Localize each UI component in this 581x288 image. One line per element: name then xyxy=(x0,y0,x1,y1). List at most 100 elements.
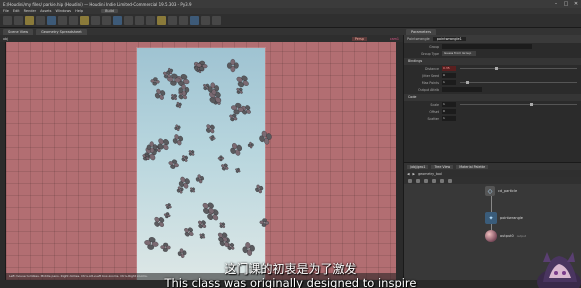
group-type-dropdown[interactable]: Guess from Group xyxy=(442,51,476,56)
tool-icon[interactable] xyxy=(408,178,412,183)
network-node-wrangle[interactable]: ✦ pointwrangle xyxy=(485,212,523,224)
shelf-tool-icon[interactable] xyxy=(80,16,89,25)
shelf-tool-icon[interactable] xyxy=(168,16,177,25)
maxpoints-field[interactable]: 1 xyxy=(442,80,456,85)
flower-shape xyxy=(150,77,160,86)
shelf-tool-icon[interactable] xyxy=(3,16,12,25)
tool-icon[interactable] xyxy=(448,178,452,183)
distance-field[interactable]: 0.35 xyxy=(442,66,456,71)
scatter-field[interactable]: 1 xyxy=(442,116,456,121)
flower-shape xyxy=(184,227,194,237)
camera-indicator[interactable]: cam1 xyxy=(390,37,399,41)
shelf-tool-icon[interactable] xyxy=(47,16,56,25)
tab-scene-view[interactable]: Scene View xyxy=(3,28,34,35)
param-row-group: Group xyxy=(404,43,581,50)
maxpoints-slider[interactable] xyxy=(460,81,577,84)
wrangle-node-icon: ✦ xyxy=(485,212,497,224)
flower-shape xyxy=(242,242,255,256)
distance-slider[interactable] xyxy=(460,67,577,70)
tool-icon[interactable] xyxy=(440,178,444,183)
slider-knob[interactable] xyxy=(495,67,499,70)
menu-windows[interactable]: Windows xyxy=(56,9,72,13)
menu-file[interactable]: File xyxy=(3,9,9,13)
shelf-tool-icon[interactable] xyxy=(135,16,144,25)
menu-render[interactable]: Render xyxy=(24,9,36,13)
shelf-tool-icon[interactable] xyxy=(124,16,133,25)
network-node-output[interactable]: output0 output xyxy=(485,230,526,242)
camera-menu[interactable]: Persp xyxy=(351,36,367,41)
tool-icon[interactable] xyxy=(424,178,428,183)
seed-field[interactable]: 0 xyxy=(442,73,456,78)
minimize-button[interactable]: – xyxy=(551,1,561,7)
shelf-tool-icon[interactable] xyxy=(102,16,111,25)
flower-shape xyxy=(259,218,270,227)
param-row-offset: Offset 0 xyxy=(404,108,581,115)
window-title: E:/Houdini/my files/ parkie.hip (Houdini… xyxy=(3,1,192,7)
shelf-tool-icon[interactable] xyxy=(201,16,210,25)
shelf-tool-icon[interactable] xyxy=(91,16,100,25)
shelf-tool-icon[interactable] xyxy=(157,16,166,25)
viewport-right-toolbar[interactable] xyxy=(396,42,403,280)
network-node-particle[interactable]: ◇ cd_particle xyxy=(485,186,517,196)
scale-slider[interactable] xyxy=(460,103,577,106)
forward-icon[interactable]: ▶ xyxy=(413,172,416,176)
tab-material-palette[interactable]: Material Palette xyxy=(456,164,489,169)
param-label: Output Attrib xyxy=(418,87,439,92)
flower-shape xyxy=(199,233,206,239)
flower-shape xyxy=(231,102,244,115)
tab-tree-view[interactable]: Tree View xyxy=(431,164,454,169)
menu-edit[interactable]: Edit xyxy=(13,9,20,13)
flower-shape xyxy=(177,248,187,258)
subtitle-chinese: 这门课的初衷是为了激发 xyxy=(224,262,357,276)
tool-icon[interactable] xyxy=(416,178,420,183)
offset-field[interactable]: 0 xyxy=(442,109,456,114)
flower-shape xyxy=(217,155,225,162)
menu-help[interactable]: Help xyxy=(75,9,83,13)
viewport-path[interactable]: obj xyxy=(3,37,8,41)
shelf-tool-icon[interactable] xyxy=(190,16,199,25)
flower-shape xyxy=(195,174,204,184)
back-icon[interactable]: ◀ xyxy=(407,172,410,176)
node-name-field[interactable]: pointwrangle1 xyxy=(432,37,466,41)
flower-shape xyxy=(236,75,249,88)
shelf-tool-icon[interactable] xyxy=(58,16,67,25)
shelf-tool-icon[interactable] xyxy=(146,16,155,25)
tab-parameters[interactable]: Parameters xyxy=(406,28,437,35)
section-code[interactable]: Code xyxy=(404,94,581,101)
tab-network[interactable]: /obj/geo1 xyxy=(407,164,429,169)
shelf-tool-icon[interactable] xyxy=(36,16,45,25)
flower-shape xyxy=(154,216,165,227)
slider-knob[interactable] xyxy=(465,81,469,84)
maximize-button[interactable]: □ xyxy=(561,1,571,7)
section-bindings[interactable]: Bindings xyxy=(404,58,581,65)
tool-icon[interactable] xyxy=(432,178,436,183)
shelf-tool-icon[interactable] xyxy=(14,16,23,25)
shelf-tool-icon[interactable] xyxy=(212,16,221,25)
output-attrib-field[interactable] xyxy=(442,87,482,92)
desktop-selector[interactable]: Build xyxy=(101,9,118,13)
menu-assets[interactable]: Assets xyxy=(40,9,51,13)
shelf-tool-icon[interactable] xyxy=(25,16,34,25)
flower-shape xyxy=(198,220,207,229)
flower-shape xyxy=(219,222,226,228)
shelf-tool-icon[interactable] xyxy=(69,16,78,25)
shelf-tool-icon[interactable] xyxy=(113,16,122,25)
node-sublabel: output xyxy=(516,234,527,238)
slider-knob[interactable] xyxy=(530,103,534,106)
param-label: Scale xyxy=(430,102,439,107)
scale-field[interactable]: 1 xyxy=(442,102,456,107)
shelf-tool-icon[interactable] xyxy=(179,16,188,25)
network-path[interactable]: geometry_tool xyxy=(418,172,442,176)
flower-shape xyxy=(165,203,172,210)
video-subtitles: 这门课的初衷是为了激发 This class was originally de… xyxy=(0,262,581,288)
flower-shape xyxy=(209,135,216,141)
viewport-left-toolbar[interactable] xyxy=(0,42,6,280)
tab-geometry-spreadsheet[interactable]: Geometry Spreadsheet xyxy=(36,28,87,35)
scene-viewport[interactable]: obj Persp cam1 Left mouse tumbles. Middl… xyxy=(0,35,403,280)
close-button[interactable]: ✕ xyxy=(571,1,581,7)
flower-shape xyxy=(188,150,195,156)
flower-shape xyxy=(230,143,242,156)
group-field[interactable] xyxy=(442,44,532,49)
network-tabs: /obj/geo1 Tree View Material Palette xyxy=(404,163,581,170)
network-toolbar xyxy=(404,177,581,184)
